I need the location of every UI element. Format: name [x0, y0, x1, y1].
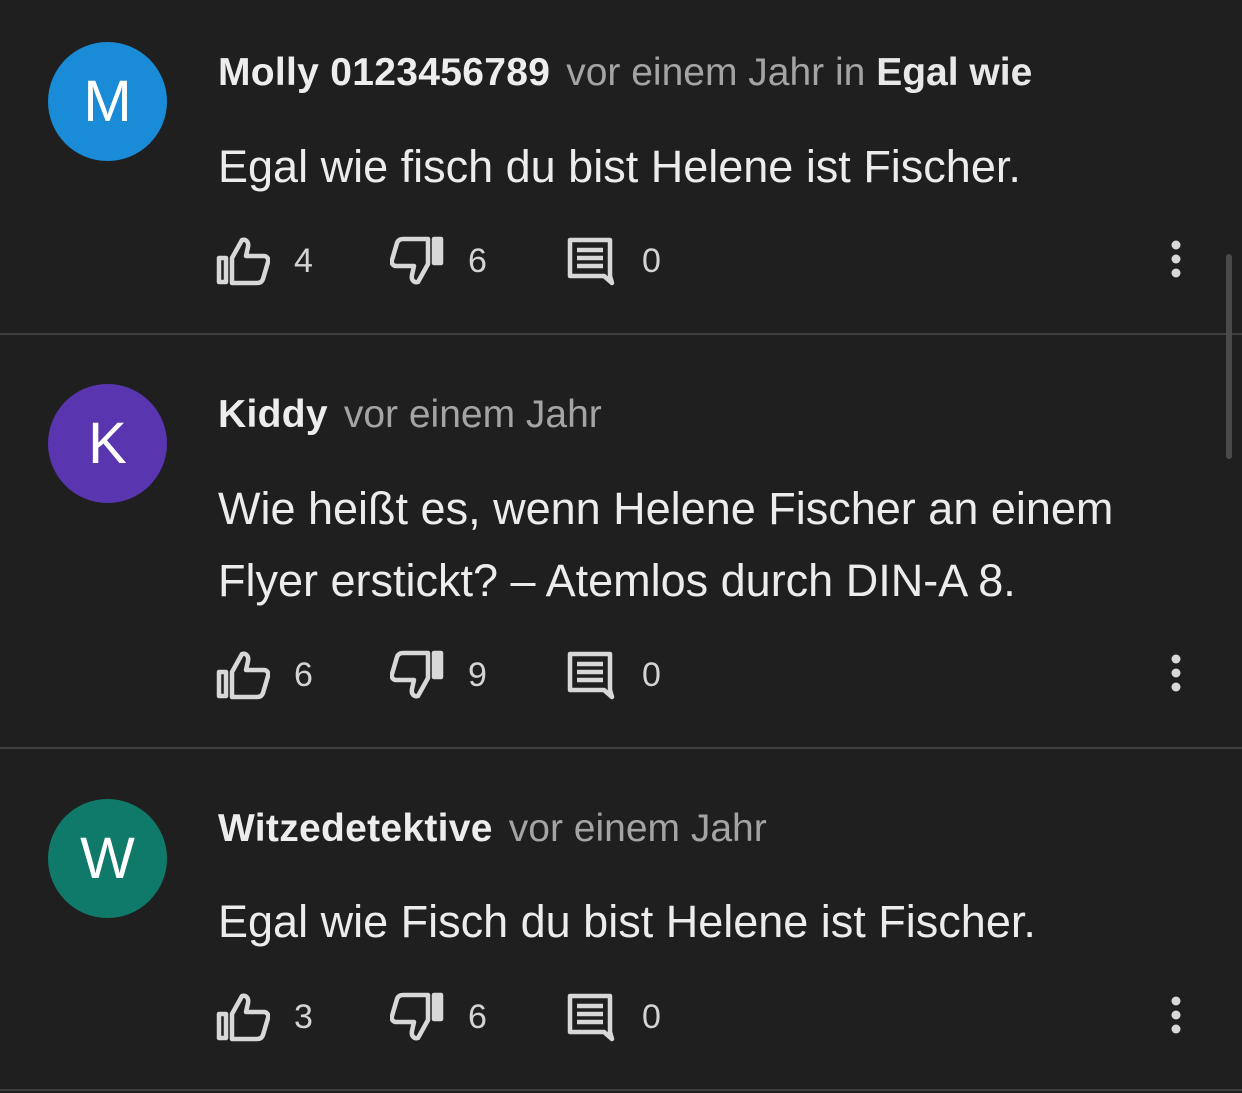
comment-meta: Molly 0123456789 vor einem Jahr in Egal w…	[218, 50, 1182, 96]
avatar-letter: W	[80, 825, 135, 891]
thumb-up-icon	[216, 992, 270, 1042]
comment-actions: 6 9 0	[216, 647, 1202, 703]
reply-button[interactable]: 0	[566, 989, 661, 1045]
dislike-count: 6	[468, 997, 487, 1036]
more-options-button[interactable]	[1150, 233, 1202, 289]
comment-time: vor einem Jahr	[343, 393, 602, 436]
dislike-button[interactable]: 9	[390, 647, 487, 703]
comment-author[interactable]: Molly 0123456789	[218, 51, 550, 94]
more-vertical-icon	[1170, 653, 1182, 698]
thumb-up-icon	[216, 236, 270, 286]
like-count: 4	[294, 241, 313, 280]
comment-icon	[566, 236, 616, 286]
comment-item: M Molly 0123456789 vor einem Jahr in Egal…	[0, 0, 1242, 335]
avatar[interactable]: M	[48, 42, 167, 161]
dislike-button[interactable]: 6	[390, 233, 487, 289]
comment-item: K Kiddy vor einem Jahr Wie heißt es, wenn…	[0, 335, 1242, 749]
comment-text: Egal wie fisch du bist Helene ist Fische…	[218, 141, 1021, 192]
comments-page: M Molly 0123456789 vor einem Jahr in Egal…	[0, 0, 1242, 1093]
comment-meta: Witzedetektive vor einem Jahr	[218, 806, 1182, 852]
comment-source-link[interactable]: Egal wie	[876, 51, 1032, 94]
comment-time: vor einem Jahr in	[566, 51, 866, 94]
comment-meta: Kiddy vor einem Jahr	[218, 392, 1182, 438]
like-count: 6	[294, 655, 313, 694]
more-vertical-icon	[1170, 239, 1182, 284]
more-vertical-icon	[1170, 995, 1182, 1040]
comment-item: W Witzedetektive vor einem Jahr Egal wie …	[0, 749, 1242, 1091]
reply-count: 0	[642, 655, 661, 694]
comment-actions: 4 6 0	[216, 233, 1202, 289]
avatar-letter: M	[83, 68, 132, 134]
thumb-up-icon	[216, 650, 270, 700]
reply-button[interactable]: 0	[566, 233, 661, 289]
comment-author[interactable]: Witzedetektive	[218, 807, 493, 850]
comment-actions: 3 6 0	[216, 989, 1202, 1045]
more-options-button[interactable]	[1150, 989, 1202, 1045]
thumb-down-icon	[390, 236, 444, 286]
comment-author[interactable]: Kiddy	[218, 393, 328, 436]
dislike-count: 6	[468, 241, 487, 280]
comment-icon	[566, 992, 616, 1042]
like-button[interactable]: 6	[216, 647, 313, 703]
thumb-down-icon	[390, 992, 444, 1042]
comment-icon	[566, 650, 616, 700]
comment-text: Egal wie Fisch du bist Helene ist Fische…	[218, 896, 1036, 947]
avatar-letter: K	[88, 410, 127, 476]
like-button[interactable]: 4	[216, 233, 313, 289]
reply-button[interactable]: 0	[566, 647, 661, 703]
avatar[interactable]: W	[48, 799, 167, 918]
reply-count: 0	[642, 241, 661, 280]
comment-time: vor einem Jahr	[508, 807, 767, 850]
scrollbar-thumb[interactable]	[1226, 254, 1232, 459]
more-options-button[interactable]	[1150, 647, 1202, 703]
dislike-count: 9	[468, 655, 487, 694]
comment-text: Wie heißt es, wenn Helene Fischer an ein…	[218, 483, 1114, 606]
like-count: 3	[294, 997, 313, 1036]
like-button[interactable]: 3	[216, 989, 313, 1045]
avatar[interactable]: K	[48, 384, 167, 503]
thumb-down-icon	[390, 650, 444, 700]
dislike-button[interactable]: 6	[390, 989, 487, 1045]
reply-count: 0	[642, 997, 661, 1036]
